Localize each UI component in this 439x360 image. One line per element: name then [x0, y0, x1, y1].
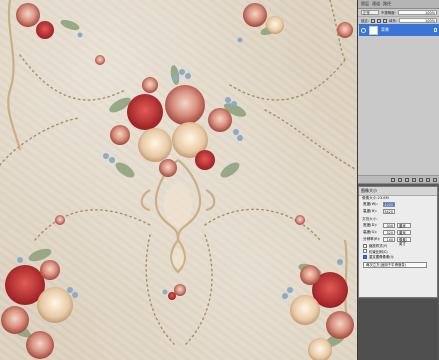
opacity-field[interactable]: 100%	[397, 10, 437, 15]
opacity-label: 不透明度:	[381, 11, 396, 15]
scale-styles-checkbox[interactable]	[363, 243, 367, 248]
doc-width-row: 宽度(D): 300 厘米	[359, 222, 437, 229]
fill-label: 填充:	[388, 19, 397, 23]
pixel-height-input[interactable]: 5420	[383, 209, 395, 214]
eye-icon[interactable]	[361, 27, 366, 33]
lock-label: 锁定:	[361, 19, 369, 23]
pixel-height-label: 高度(H):	[363, 209, 377, 213]
image-size-dialog: 图像大小 像素大小:23.6M 宽度(W): 4200 高度(H): 5420 …	[358, 186, 438, 298]
doc-width-input[interactable]: 300	[383, 223, 395, 228]
trash-icon[interactable]	[433, 177, 437, 182]
blend-mode-select[interactable]: 正常	[361, 10, 379, 15]
scale-styles-label: 缩放样式(Y)	[369, 244, 388, 249]
resolution-input[interactable]: 140	[383, 237, 395, 242]
doc-height-unit-select[interactable]: 厘米	[397, 230, 411, 235]
resolution-label: 分辨率(R):	[363, 237, 381, 241]
layers-footer	[358, 175, 439, 183]
lock-position-icon[interactable]	[382, 18, 387, 23]
dialog-title: 图像大小	[359, 187, 437, 196]
fx-icon[interactable]	[398, 177, 402, 182]
constrain-label: 约束比例(C)	[369, 249, 388, 254]
doc-height-label: 高度(G):	[363, 230, 377, 234]
tab-channels[interactable]: 通道	[372, 1, 380, 7]
new-layer-icon[interactable]	[426, 177, 430, 182]
resample-option[interactable]: 重定图像像素(I):	[359, 254, 437, 260]
constrain-checkbox[interactable]	[363, 249, 367, 254]
pixel-width-input[interactable]: 4200	[383, 202, 395, 207]
resolution-unit-select[interactable]: 像素/英寸	[397, 237, 411, 246]
pixel-width-label: 宽度(W):	[363, 202, 378, 206]
resample-label: 重定图像像素(I):	[369, 255, 395, 260]
pixel-height-row: 高度(H): 5420	[359, 208, 437, 215]
tab-layers[interactable]: 图层	[361, 1, 369, 7]
doc-height-row: 高度(G): 320 厘米	[359, 229, 437, 236]
mask-icon[interactable]	[405, 177, 409, 182]
doc-width-unit-select[interactable]: 厘米	[397, 223, 411, 228]
folder-icon[interactable]	[419, 177, 423, 182]
tab-paths[interactable]: 路径	[383, 1, 391, 7]
doc-height-input[interactable]: 320	[383, 230, 395, 235]
layer-name: 背景	[381, 27, 389, 32]
lock-transparent-icon[interactable]	[370, 18, 375, 23]
pixel-width-row: 宽度(W): 4200	[359, 201, 437, 208]
resolution-row: 分辨率(R): 140 像素/英寸	[359, 236, 437, 246]
layer-row-background[interactable]: 背景	[359, 24, 439, 36]
doc-width-label: 宽度(D):	[363, 223, 377, 227]
resample-method-select[interactable]: 两次立方(适用于平滑渐变)	[363, 261, 427, 268]
blend-row: 正常 不透明度: 100%	[358, 9, 439, 17]
wallpaper-canvas	[0, 0, 357, 360]
floral-damask-pattern	[0, 0, 357, 360]
resample-checkbox[interactable]	[363, 254, 367, 259]
fill-field[interactable]: 100%	[398, 18, 437, 23]
lock-image-icon[interactable]	[376, 18, 381, 23]
link-icon[interactable]	[391, 177, 395, 182]
layers-panel: 图层 通道 路径 正常 不透明度: 100% 锁定: 填充: 100% 背景	[358, 0, 439, 184]
panel-empty-area	[358, 299, 438, 360]
lock-icon	[434, 28, 437, 32]
layers-panel-tabs: 图层 通道 路径	[358, 0, 439, 9]
adjustment-icon[interactable]	[412, 177, 416, 182]
layer-thumbnail	[369, 25, 378, 35]
